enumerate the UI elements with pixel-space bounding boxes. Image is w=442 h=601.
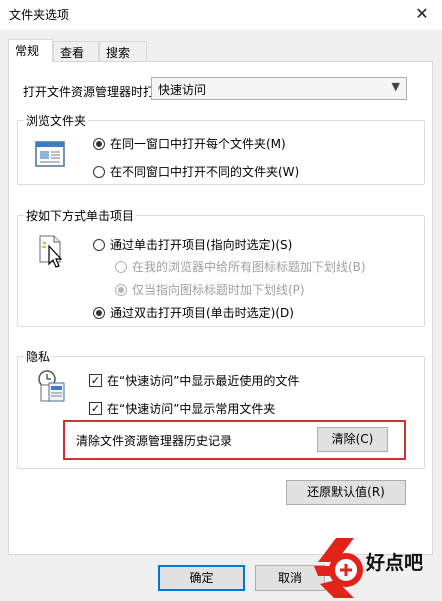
radio-new-window-label: 在不同窗口中打开不同的文件夹(W) xyxy=(110,165,300,179)
general-panel: 打开文件资源管理器时打 快速访问 ▼ 浏览文件夹 在同一窗口中打开每个文件夹(M… xyxy=(8,61,433,555)
click-items-group: 按如下方式单击项目 通过单击打开项目(指向时选定)(S) 在我的浏览器中给所有图… xyxy=(17,207,425,327)
radio-underline-always[interactable]: 在我的浏览器中给所有图标标题加下划线(B) xyxy=(115,258,366,275)
window-icon xyxy=(35,141,65,167)
radio-underline-hover[interactable]: 仅当指向图标标题时加下划线(P) xyxy=(115,281,305,298)
open-explorer-value: 快速访问 xyxy=(158,83,207,97)
radio-dot xyxy=(93,238,105,251)
cursor-click-icon xyxy=(39,235,63,268)
radio-single-click-label: 通过单击打开项目(指向时选定)(S) xyxy=(110,238,293,252)
radio-dot xyxy=(93,306,105,319)
radio-same-window-label: 在同一窗口中打开每个文件夹(M) xyxy=(110,137,286,151)
radio-dot xyxy=(93,137,105,150)
radio-single-click[interactable]: 通过单击打开项目(指向时选定)(S) xyxy=(93,236,292,253)
click-items-title: 按如下方式单击项目 xyxy=(24,207,137,224)
radio-dot xyxy=(115,260,127,273)
check-recent-files-label: 在“快速访问”中显示最近使用的文件 xyxy=(107,374,300,388)
close-icon[interactable]: ✕ xyxy=(412,4,432,24)
checkbox-checked-icon: ✓ xyxy=(89,402,102,415)
window-title: 文件夹选项 xyxy=(9,8,70,22)
check-frequent-folders[interactable]: ✓ 在“快速访问”中显示常用文件夹 xyxy=(89,400,275,417)
chevron-down-icon: ▼ xyxy=(391,80,400,93)
privacy-title: 隐私 xyxy=(24,348,53,365)
radio-double-click[interactable]: 通过双击打开项目(单击时选定)(D) xyxy=(93,304,294,321)
check-recent-files[interactable]: ✓ 在“快速访问”中显示最近使用的文件 xyxy=(89,372,299,389)
checkbox-checked-icon: ✓ xyxy=(89,374,102,387)
tab-general[interactable]: 常规 xyxy=(8,39,53,62)
radio-underline-always-label: 在我的浏览器中给所有图标标题加下划线(B) xyxy=(132,260,366,274)
open-explorer-label: 打开文件资源管理器时打 xyxy=(23,85,156,99)
radio-same-window[interactable]: 在同一窗口中打开每个文件夹(M) xyxy=(93,135,286,152)
tab-view[interactable]: 查看 xyxy=(53,41,99,61)
tab-search[interactable]: 搜索 xyxy=(99,41,147,61)
clear-history-button[interactable]: 清除(C) xyxy=(317,427,388,452)
clear-history-highlight: 清除文件资源管理器历史记录 清除(C) xyxy=(63,420,406,460)
radio-double-click-label: 通过双击打开项目(单击时选定)(D) xyxy=(110,306,294,320)
check-frequent-folders-label: 在“快速访问”中显示常用文件夹 xyxy=(107,402,276,416)
radio-dot xyxy=(93,165,105,178)
open-explorer-select[interactable]: 快速访问 ▼ xyxy=(151,77,407,100)
browse-folders-group: 浏览文件夹 在同一窗口中打开每个文件夹(M) 在不同窗口中打开不同的文件夹(W) xyxy=(17,112,425,185)
ok-button[interactable]: 确定 xyxy=(158,565,245,591)
radio-underline-hover-label: 仅当指向图标标题时加下划线(P) xyxy=(132,283,305,297)
radio-dot xyxy=(115,283,127,296)
watermark-text: 好点吧 xyxy=(366,552,424,574)
browse-folders-title: 浏览文件夹 xyxy=(24,112,89,129)
restore-defaults-button[interactable]: 还原默认值(R) xyxy=(286,480,406,505)
clear-history-label: 清除文件资源管理器历史记录 xyxy=(76,434,233,448)
title-bar: 文件夹选项 ✕ xyxy=(0,0,442,30)
radio-new-window[interactable]: 在不同窗口中打开不同的文件夹(W) xyxy=(93,163,299,180)
clock-documents-icon xyxy=(38,370,65,402)
